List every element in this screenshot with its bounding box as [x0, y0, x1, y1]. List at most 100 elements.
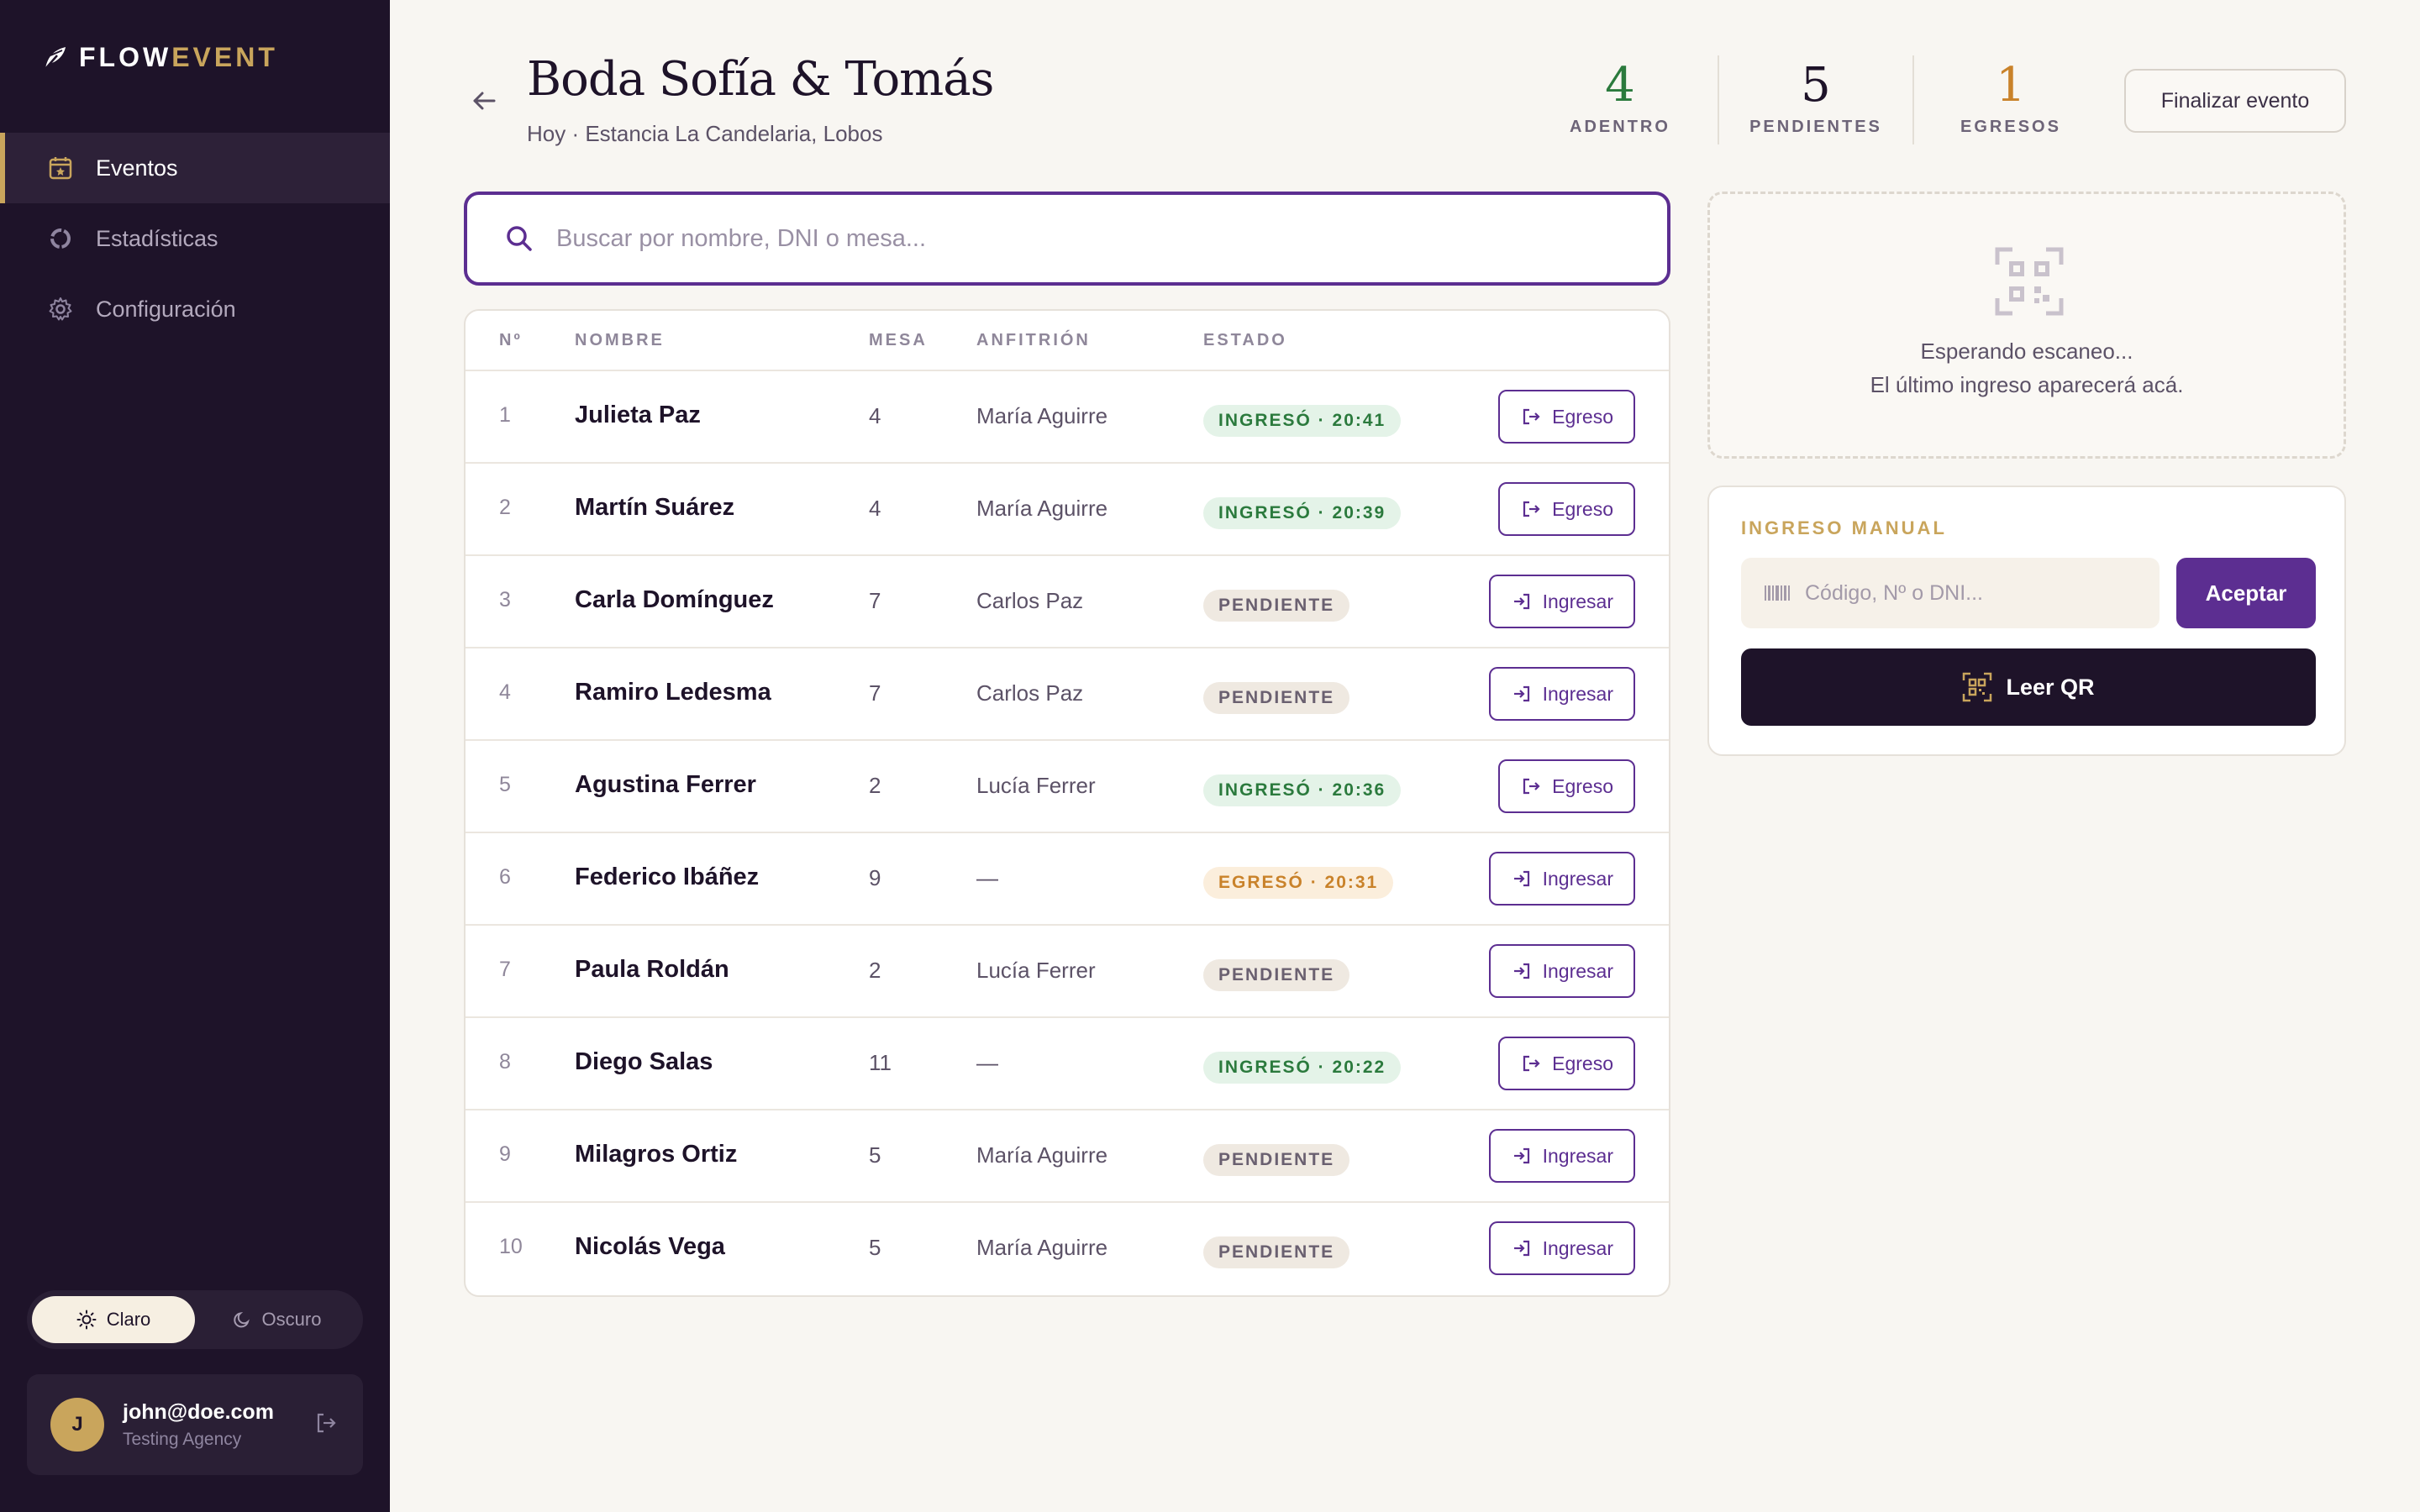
logout-button[interactable] [313, 1410, 339, 1441]
row-action-label: Ingresar [1542, 590, 1613, 612]
table-body: 1 Julieta Paz 4 María Aguirre INGRESÓ · 20:4… [466, 371, 1669, 1295]
guest-table-number: 4 [869, 403, 881, 428]
guest-name: Federico Ibáñez [575, 864, 760, 890]
page-subtitle: Hoy · Estancia La Candelaria, Lobos [527, 121, 883, 146]
feather-icon [45, 46, 66, 70]
guest-name: Julieta Paz [575, 402, 701, 428]
enter-icon [1513, 963, 1529, 979]
qr-code-icon [1995, 247, 2064, 316]
guest-table-number: 4 [869, 496, 881, 521]
table-row: 1 Julieta Paz 4 María Aguirre INGRESÓ · 20:4… [466, 371, 1669, 464]
table-row: 10 Nicolás Vega 5 María Aguirre PENDIENTE Ing… [466, 1203, 1669, 1295]
status-badge: PENDIENTE [1203, 590, 1350, 622]
column-header-mesa: MESA [869, 331, 928, 349]
manual-code-input[interactable] [1805, 580, 2158, 606]
row-action-label: Ingresar [1542, 959, 1613, 982]
guest-table-number: 11 [869, 1050, 892, 1075]
egreso-button[interactable]: Egreso [1498, 1037, 1635, 1090]
table-row: 6 Federico Ibáñez 9 — EGRESÓ · 20:31 Ingresar [466, 833, 1669, 926]
row-action-label: Ingresar [1542, 1236, 1613, 1259]
ingresar-button[interactable]: Ingresar [1488, 575, 1635, 628]
egreso-button[interactable]: Egreso [1498, 482, 1635, 536]
read-qr-button[interactable]: Leer QR [1741, 648, 2316, 726]
theme-light-button[interactable]: Claro [32, 1296, 195, 1343]
enter-icon [1513, 870, 1529, 887]
guest-host: Carlos Paz [976, 588, 1084, 613]
brand-name: FLOWEVENT [79, 42, 278, 73]
row-number: 5 [499, 773, 511, 796]
brand-logo[interactable]: FLOWEVENT [40, 42, 278, 73]
finalize-event-button[interactable]: Finalizar evento [2124, 69, 2346, 133]
egreso-button[interactable]: Egreso [1498, 390, 1635, 444]
guest-host: Carlos Paz [976, 680, 1084, 706]
user-card: J john@doe.com Testing Agency [27, 1374, 363, 1475]
enter-icon [1513, 593, 1529, 610]
table-row: 3 Carla Domínguez 7 Carlos Paz PENDIENTE Ingr… [466, 556, 1669, 648]
ingresar-button[interactable]: Ingresar [1488, 1129, 1635, 1183]
table-row: 4 Ramiro Ledesma 7 Carlos Paz PENDIENTE Ingre… [466, 648, 1669, 741]
ingresar-button[interactable]: Ingresar [1488, 852, 1635, 906]
row-number: 10 [499, 1235, 523, 1258]
search-icon [507, 226, 532, 251]
moon-icon [233, 1311, 250, 1328]
table-row: 8 Diego Salas 11 — INGRESÓ · 20:22 Egreso [466, 1018, 1669, 1110]
row-number: 4 [499, 680, 511, 704]
ingresar-button[interactable]: Ingresar [1488, 1221, 1635, 1275]
sidebar-item-label: Configuración [96, 296, 236, 322]
exit-icon [1523, 1055, 1540, 1072]
arrow-left-icon [473, 92, 496, 110]
user-agency: Testing Agency [123, 1429, 242, 1449]
guest-name: Ramiro Ledesma [575, 679, 771, 706]
scan-panel: Esperando escaneo... El último ingreso a… [1707, 192, 2346, 459]
row-number: 3 [499, 588, 511, 612]
guest-host: María Aguirre [976, 403, 1108, 428]
stat-label: EGRESOS [1960, 118, 2061, 136]
table-header: Nº NOMBRE MESA ANFITRIÓN ESTADO [466, 311, 1669, 371]
guest-name: Milagros Ortiz [575, 1141, 738, 1168]
guest-host: Lucía Ferrer [976, 958, 1096, 983]
stat-pendientes: 5 PENDIENTES [1718, 55, 1912, 144]
status-badge: PENDIENTE [1203, 1236, 1350, 1268]
guest-host: María Aguirre [976, 1235, 1108, 1260]
sidebar-item-eventos[interactable]: Eventos [0, 133, 390, 203]
guest-table-number: 2 [869, 773, 881, 798]
sidebar-item-estadisticas[interactable]: Estadísticas [0, 203, 390, 274]
theme-light-label: Claro [106, 1309, 151, 1330]
stat-value: 4 [1605, 58, 1635, 113]
exit-icon [1523, 778, 1540, 795]
ingresar-button[interactable]: Ingresar [1488, 667, 1635, 721]
avatar: J [50, 1398, 104, 1452]
guest-name: Diego Salas [575, 1048, 713, 1075]
stat-label: ADENTRO [1570, 118, 1670, 136]
row-action-label: Ingresar [1542, 682, 1613, 705]
guest-table-number: 9 [869, 865, 881, 890]
row-action-label: Egreso [1552, 1052, 1613, 1074]
theme-dark-button[interactable]: Oscuro [195, 1296, 358, 1343]
barcode-icon [1765, 585, 1790, 601]
guest-table: Nº NOMBRE MESA ANFITRIÓN ESTADO 1 Julieta… [464, 309, 1670, 1297]
search-input[interactable] [556, 224, 1565, 253]
row-action-label: Egreso [1552, 497, 1613, 520]
guest-name: Nicolás Vega [575, 1233, 725, 1260]
table-row: 5 Agustina Ferrer 2 Lucía Ferrer INGRESÓ · 2… [466, 741, 1669, 833]
manual-entry-field [1741, 558, 2160, 628]
back-button[interactable] [467, 84, 501, 118]
logout-icon [317, 1413, 336, 1432]
pie-chart-icon [50, 228, 71, 249]
stats-group: 4 ADENTRO 5 PENDIENTES 1 EGRESOS [1523, 55, 2107, 144]
guest-table-number: 7 [869, 588, 881, 613]
guest-table-number: 7 [869, 680, 881, 706]
sidebar-item-configuracion[interactable]: Configuración [0, 274, 390, 344]
accept-button[interactable]: Aceptar [2176, 558, 2316, 628]
guest-host: — [976, 1050, 998, 1075]
stat-label: PENDIENTES [1749, 118, 1882, 136]
egreso-button[interactable]: Egreso [1498, 759, 1635, 813]
user-info: john@doe.com Testing Agency [123, 1400, 313, 1450]
stat-egresos: 1 EGRESOS [1912, 55, 2107, 144]
scan-hint-text: El último ingreso aparecerá acá. [1870, 372, 2184, 397]
column-header-anfitrion: ANFITRIÓN [976, 331, 1091, 349]
ingresar-button[interactable]: Ingresar [1488, 944, 1635, 998]
status-badge: INGRESÓ · 20:39 [1203, 497, 1402, 529]
manual-entry-panel: INGRESO MANUAL Aceptar Leer QR [1707, 486, 2346, 756]
stat-value: 5 [1801, 58, 1831, 113]
